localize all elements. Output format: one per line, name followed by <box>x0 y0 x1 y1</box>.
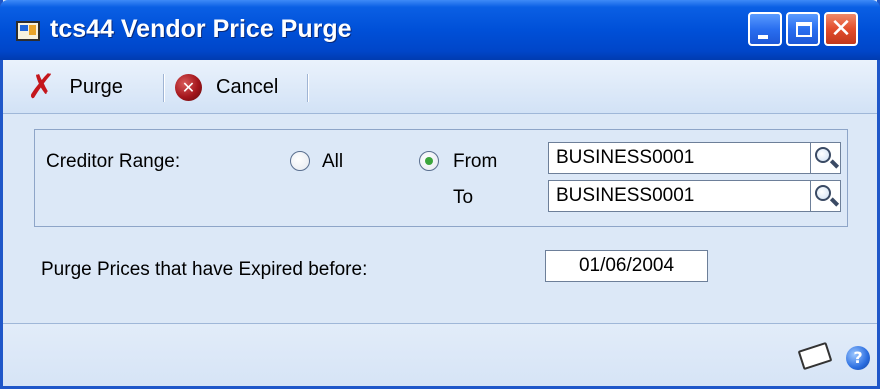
x-icon: ✗ <box>27 67 56 107</box>
cancel-label: Cancel <box>216 75 279 98</box>
title-bar[interactable]: tcs44 Vendor Price Purge ✕ <box>0 0 880 60</box>
note-icon[interactable] <box>797 341 833 371</box>
close-icon: ✕ <box>830 14 852 44</box>
window-app-icon <box>16 21 40 41</box>
to-label: To <box>453 187 474 208</box>
radio-all-label[interactable]: All <box>322 151 343 173</box>
radio-selected-dot <box>425 157 433 165</box>
cancel-button[interactable]: ✕ Cancel <box>175 68 278 106</box>
magnifier-icon <box>815 147 831 163</box>
radio-from[interactable] <box>419 151 439 171</box>
minimize-icon <box>758 35 768 39</box>
expired-before-date-field[interactable]: 01/06/2004 <box>545 250 708 282</box>
purge-label: Purge <box>69 75 123 98</box>
creditor-to-field[interactable]: BUSINESS0001 <box>548 180 811 212</box>
toolbar-separator <box>163 74 165 102</box>
toolbar-separator <box>307 74 309 102</box>
purge-expired-label: Purge Prices that have Expired before: <box>41 259 368 280</box>
cancel-circle-icon: ✕ <box>175 73 202 101</box>
vendor-price-purge-window: tcs44 Vendor Price Purge ✕ ✗ Purge ✕ Can… <box>0 0 880 389</box>
minimize-button[interactable] <box>748 12 782 46</box>
window-title: tcs44 Vendor Price Purge <box>50 15 352 43</box>
creditor-range-label: Creditor Range: <box>46 151 181 172</box>
creditor-range-group: Creditor Range: All From To BUSINESS0001… <box>34 129 848 227</box>
radio-all[interactable] <box>290 151 310 171</box>
help-icon[interactable]: ? <box>846 346 870 370</box>
radio-from-label[interactable]: From <box>453 151 497 173</box>
maximize-button[interactable] <box>786 12 820 46</box>
creditor-to-lookup-button[interactable] <box>811 180 841 212</box>
status-bar: ? <box>3 323 877 386</box>
toolbar: ✗ Purge ✕ Cancel <box>3 60 877 114</box>
purge-button[interactable]: ✗ Purge <box>27 68 123 106</box>
magnifier-icon <box>815 185 831 201</box>
creditor-from-field[interactable]: BUSINESS0001 <box>548 142 811 174</box>
maximize-icon <box>796 22 812 37</box>
creditor-from-lookup-button[interactable] <box>811 142 841 174</box>
close-button[interactable]: ✕ <box>824 12 858 46</box>
